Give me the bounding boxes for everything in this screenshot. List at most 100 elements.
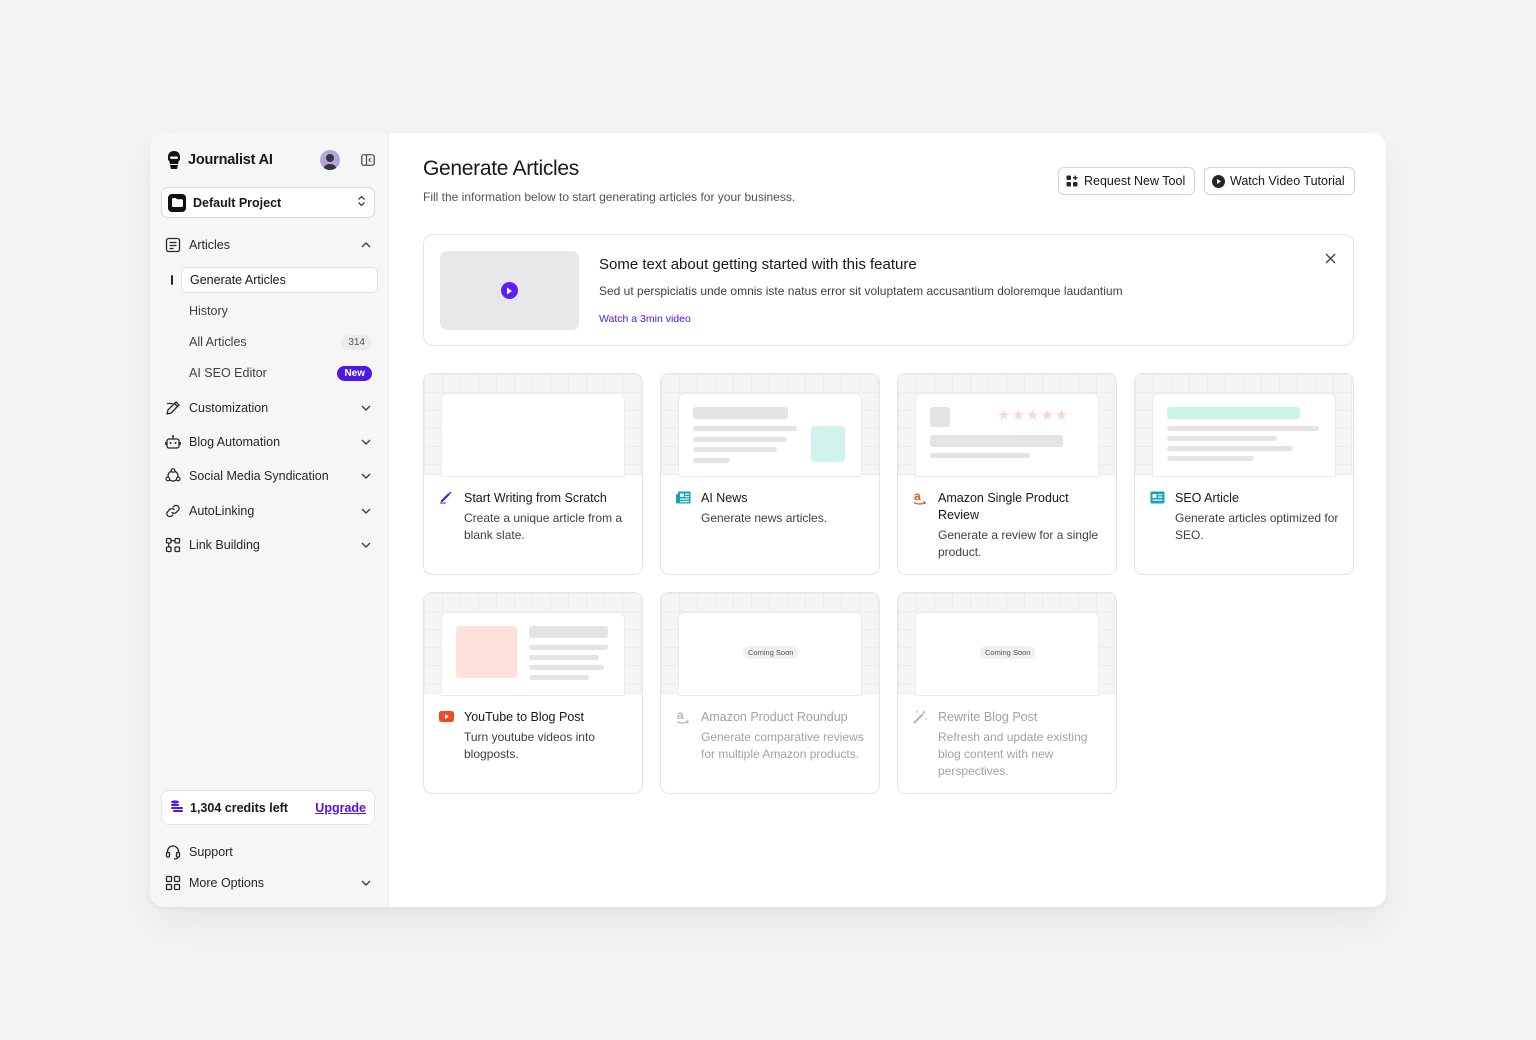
app-name: Journalist AI <box>188 152 273 168</box>
close-icon[interactable] <box>1323 251 1337 265</box>
tool-description: Generate comparative reviews for multipl… <box>701 730 864 761</box>
card-preview: Coming Soon <box>898 593 1116 695</box>
avatar[interactable] <box>320 150 340 170</box>
nav-label: Blog Automation <box>189 435 281 449</box>
link-icon <box>164 502 182 520</box>
tool-card-rewrite-blog-post: Coming Soon Rewrite Blog Post Refresh an… <box>897 592 1117 794</box>
sidebar-item-generate-articles[interactable]: Generate Articles <box>181 267 378 293</box>
card-preview: Coming Soon <box>661 593 879 695</box>
request-new-tool-button[interactable]: Request New Tool <box>1058 167 1196 195</box>
card-preview <box>424 374 642 476</box>
nav-articles-label: Articles <box>189 238 230 252</box>
pen-tool-icon <box>164 399 182 417</box>
tool-description: Generate news articles. <box>701 511 828 525</box>
nav-label: Link Building <box>189 538 260 552</box>
tool-card-amazon-product-roundup: Coming Soon a Amazon Product Roundup Gen… <box>660 592 880 794</box>
request-new-tool-label: Request New Tool <box>1084 174 1186 188</box>
sidebar-toggle-icon[interactable] <box>360 153 376 167</box>
nav-label: Support <box>189 845 233 859</box>
active-indicator <box>171 275 173 285</box>
tool-description: Generate a review for a single product. <box>938 528 1099 559</box>
chevron-down-icon <box>360 470 372 482</box>
chevron-down-icon <box>360 436 372 448</box>
tool-description: Create a unique article from a blank sla… <box>464 511 623 542</box>
headset-icon <box>164 843 182 861</box>
tool-card-seo-article[interactable]: SEO Article Generate articles optimized … <box>1134 373 1354 575</box>
credits-text: 1,304 credits left <box>190 800 288 815</box>
nav-link-building[interactable]: Link Building <box>164 533 376 557</box>
nav-label: AutoLinking <box>189 504 255 518</box>
nav-label: More Options <box>189 876 265 890</box>
upgrade-link[interactable]: Upgrade <box>315 801 366 815</box>
robot-icon <box>164 433 182 451</box>
nav-more-options[interactable]: More Options <box>164 871 376 895</box>
seo-icon <box>1149 489 1165 505</box>
sidebar-item-all-articles[interactable]: All Articles 314 <box>181 329 378 355</box>
page-title: Generate Articles <box>423 157 579 180</box>
share-icon <box>164 467 182 485</box>
youtube-icon <box>438 708 454 724</box>
pencil-icon <box>438 489 454 505</box>
count-badge: 314 <box>341 334 372 350</box>
nav-label: Customization <box>189 401 269 415</box>
folder-icon <box>168 193 186 212</box>
nav-autolinking[interactable]: AutoLinking <box>164 499 376 523</box>
nav-blog-automation[interactable]: Blog Automation <box>164 430 376 454</box>
nav-articles[interactable]: Articles <box>164 233 376 257</box>
video-thumbnail[interactable] <box>440 251 579 330</box>
sidebar-item-label: AI SEO Editor <box>189 366 267 380</box>
chevron-down-icon <box>360 877 372 889</box>
sidebar-item-ai-seo-editor[interactable]: AI SEO Editor New <box>181 360 378 386</box>
getting-started-banner: Some text about getting started with thi… <box>423 234 1354 346</box>
grid-icon <box>164 874 182 892</box>
credits-box: 1,304 credits left Upgrade <box>161 790 375 825</box>
tool-title: Amazon Product Roundup <box>701 710 848 724</box>
tool-card-start-writing[interactable]: Start Writing from Scratch Create a uniq… <box>423 373 643 575</box>
tool-card-ai-news[interactable]: AI News Generate news articles. <box>660 373 880 575</box>
apps-add-icon <box>1065 174 1079 188</box>
tool-description: Refresh and update existing blog content… <box>938 730 1088 778</box>
page-subtitle: Fill the information below to start gene… <box>423 190 796 204</box>
card-preview <box>661 374 879 476</box>
chevron-down-icon <box>360 402 372 414</box>
app-window: Journalist AI Default Project Articles G… <box>150 133 1386 907</box>
chevron-down-icon <box>360 539 372 551</box>
play-icon <box>501 282 518 299</box>
tool-title: Amazon Single Product Review <box>938 491 1069 522</box>
nav-customization[interactable]: Customization <box>164 396 376 420</box>
chevron-up-down-icon <box>357 195 366 210</box>
nav-label: Social Media Syndication <box>189 469 329 483</box>
coins-icon <box>170 799 184 816</box>
watch-video-tutorial-button[interactable]: Watch Video Tutorial <box>1204 167 1355 195</box>
nav-support[interactable]: Support <box>164 840 376 864</box>
tool-card-amazon-single-review[interactable]: ★★★★★ a Amazon Single Product Review Gen… <box>897 373 1117 575</box>
tool-description: Generate articles optimized for SEO. <box>1175 511 1339 542</box>
watch-video-tutorial-label: Watch Video Tutorial <box>1230 174 1345 188</box>
tool-card-youtube-to-blog[interactable]: YouTube to Blog Post Turn youtube videos… <box>423 592 643 794</box>
sidebar: Journalist AI Default Project Articles G… <box>150 133 389 907</box>
chevron-down-icon <box>360 505 372 517</box>
card-preview <box>424 593 642 695</box>
brand: Journalist AI <box>164 149 376 171</box>
journalist-logo-icon <box>164 149 184 171</box>
coming-soon-badge: Coming Soon <box>980 646 1036 659</box>
tool-title: Start Writing from Scratch <box>464 491 607 505</box>
play-circle-icon <box>1211 174 1225 188</box>
project-select[interactable]: Default Project <box>161 187 375 218</box>
sidebar-item-label: Generate Articles <box>190 273 286 287</box>
project-select-value: Default Project <box>193 195 282 210</box>
tool-title: Rewrite Blog Post <box>938 710 1038 724</box>
tool-title: YouTube to Blog Post <box>464 710 584 724</box>
card-preview: ★★★★★ <box>898 374 1116 476</box>
amazon-icon: a <box>912 489 928 505</box>
sidebar-item-history[interactable]: History <box>181 298 378 324</box>
banner-text: Sed ut perspiciatis unde omnis iste natu… <box>599 284 1123 298</box>
tool-description: Turn youtube videos into blogposts. <box>464 730 595 761</box>
newspaper-icon <box>675 489 691 505</box>
magic-wand-icon <box>912 708 928 724</box>
nav-social-media-syndication[interactable]: Social Media Syndication <box>164 464 376 488</box>
coming-soon-badge: Coming Soon <box>743 646 799 659</box>
svg-text:a: a <box>914 490 921 503</box>
new-badge: New <box>337 365 372 381</box>
watch-video-link[interactable]: Watch a 3min video <box>599 313 691 325</box>
